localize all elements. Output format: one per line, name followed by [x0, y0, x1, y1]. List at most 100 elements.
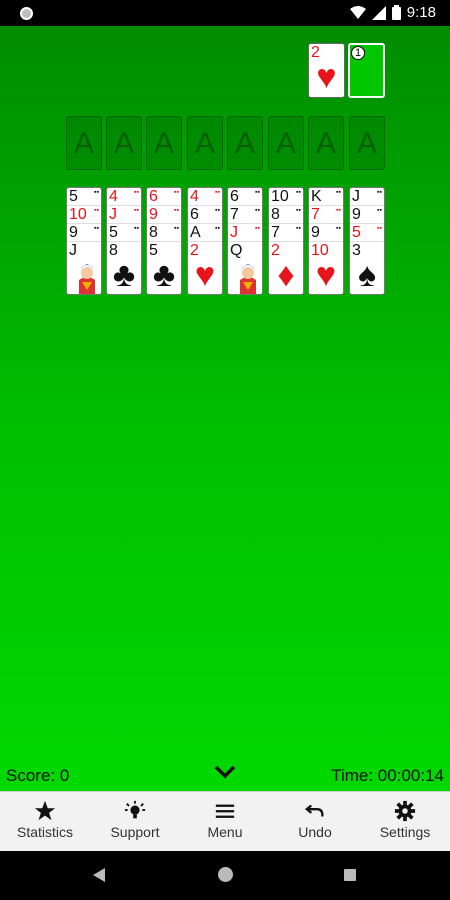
wifi-icon [349, 5, 366, 19]
foundation-slot[interactable]: A [349, 116, 385, 170]
mini-index-mark: ▪▪ [296, 207, 301, 214]
top-card[interactable]: 5 ♣ [147, 242, 181, 294]
tableau-column[interactable]: 6 ▪▪ 7 ▪▪ J ▪▪ Q [227, 187, 263, 295]
stacked-card[interactable]: 7 ▪▪ [228, 206, 262, 224]
face-card-portrait-icon [236, 260, 260, 294]
score-label: Score: 0 [6, 766, 70, 785]
menu-label: Menu [207, 824, 243, 840]
stacked-card[interactable]: 7 ▪▪ [269, 224, 303, 242]
stacked-card[interactable]: 4 ▪▪ [107, 188, 141, 206]
signal-icon [371, 5, 386, 20]
recents-icon[interactable] [344, 869, 356, 881]
foundation-slot[interactable]: A [227, 116, 263, 170]
mini-index-mark: ▪▪ [377, 207, 382, 214]
mini-index-mark: ▪▪ [377, 225, 382, 232]
card-rank: 10 [271, 188, 289, 205]
suit-pip: ♣ [152, 256, 176, 294]
card-rank: 9 [69, 224, 78, 241]
home-icon[interactable] [218, 867, 233, 882]
mini-index-mark: ▪▪ [134, 189, 139, 196]
card-rank: Q [230, 242, 243, 259]
stacked-card[interactable]: J ▪▪ [228, 224, 262, 242]
stacked-card[interactable]: 9 ▪▪ [147, 206, 181, 224]
top-card[interactable]: 2 ♥ [188, 242, 222, 294]
tableau-column[interactable]: J ▪▪ 9 ▪▪ 5 ▪▪ 3 ♠ [349, 187, 385, 295]
card-rank: 7 [230, 206, 239, 223]
foundation-slot[interactable]: A [66, 116, 102, 170]
back-icon[interactable] [93, 868, 105, 882]
tableau-column[interactable]: K ▪▪ 7 ▪▪ 9 ▪▪ 10 ♥ [308, 187, 344, 295]
settings-button[interactable]: Settings [360, 792, 450, 852]
foundation-slot[interactable]: A [146, 116, 182, 170]
stacked-card[interactable]: 8 ▪▪ [269, 206, 303, 224]
tableau-column[interactable]: 6 ▪▪ 9 ▪▪ 8 ▪▪ 5 ♣ [146, 187, 182, 295]
top-card[interactable]: 3 ♠ [350, 242, 384, 294]
system-navigation-bar [0, 851, 450, 900]
card-rank: K [311, 188, 322, 205]
support-button[interactable]: Support [90, 792, 180, 852]
tableau-column[interactable]: 4 ▪▪ 6 ▪▪ A ▪▪ 2 ♥ [187, 187, 223, 295]
stacked-card[interactable]: 4 ▪▪ [188, 188, 222, 206]
stacked-card[interactable]: 8 ▪▪ [147, 224, 181, 242]
mini-index-mark: ▪▪ [255, 225, 260, 232]
top-card[interactable]: Q [228, 242, 262, 294]
waste-card[interactable]: 2 ♥ [308, 43, 345, 98]
suit-pip: ♣ [112, 256, 136, 294]
card-rank: A [190, 224, 201, 241]
mini-index-mark: ▪▪ [255, 207, 260, 214]
top-card[interactable]: 10 ♥ [309, 242, 343, 294]
foundation-slot[interactable]: A [308, 116, 344, 170]
status-bar: 9:18 [0, 0, 450, 26]
foundation-slot[interactable]: A [268, 116, 304, 170]
undo-icon [304, 804, 324, 817]
stacked-card[interactable]: K ▪▪ [309, 188, 343, 206]
card-rank: J [109, 206, 117, 223]
suit-pip: ♥ [194, 256, 216, 294]
stacked-card[interactable]: J ▪▪ [107, 206, 141, 224]
battery-icon [391, 5, 401, 20]
stacked-card[interactable]: 5 ▪▪ [67, 188, 101, 206]
card-rank: 9 [352, 206, 361, 223]
stacked-card[interactable]: 5 ▪▪ [107, 224, 141, 242]
top-card[interactable]: J [67, 242, 101, 294]
game-table[interactable]: 2 ♥ 1 A A A A A A A A 5 ▪▪ 10 ▪▪ 9 ▪▪ J 4 ▪▪ J ▪▪ 5… [0, 26, 450, 791]
foundation-slot[interactable]: A [187, 116, 223, 170]
undo-button[interactable]: Undo [270, 792, 360, 852]
stock-count: 1 [351, 46, 365, 60]
top-card[interactable]: 8 ♣ [107, 242, 141, 294]
statistics-button[interactable]: Statistics [0, 792, 90, 852]
stacked-card[interactable]: 10 ▪▪ [269, 188, 303, 206]
suit-pip: ♠ [357, 256, 377, 294]
card-rank: 5 [352, 224, 361, 241]
menu-button[interactable]: Menu [180, 792, 270, 852]
undo-label: Undo [298, 824, 332, 840]
stacked-card[interactable]: 9 ▪▪ [350, 206, 384, 224]
stacked-card[interactable]: 7 ▪▪ [309, 206, 343, 224]
tableau-column[interactable]: 5 ▪▪ 10 ▪▪ 9 ▪▪ J [66, 187, 102, 295]
stacked-card[interactable]: 9 ▪▪ [67, 224, 101, 242]
mini-index-mark: ▪▪ [336, 225, 341, 232]
top-card[interactable]: 2 ♦ [269, 242, 303, 294]
stock-pile[interactable]: 1 [348, 43, 385, 98]
card-rank: 4 [109, 188, 118, 205]
stacked-card[interactable]: 9 ▪▪ [309, 224, 343, 242]
foundation-slot[interactable]: A [106, 116, 142, 170]
mini-index-mark: ▪▪ [174, 207, 179, 214]
tableau-column[interactable]: 10 ▪▪ 8 ▪▪ 7 ▪▪ 2 ♦ [268, 187, 304, 295]
stacked-card[interactable]: 10 ▪▪ [67, 206, 101, 224]
lightbulb-icon [124, 800, 146, 819]
card-rank: 7 [271, 224, 280, 241]
mini-index-mark: ▪▪ [215, 189, 220, 196]
stacked-card[interactable]: 6 ▪▪ [228, 188, 262, 206]
card-rank: 9 [311, 224, 320, 241]
stacked-card[interactable]: J ▪▪ [350, 188, 384, 206]
support-label: Support [110, 824, 160, 840]
chevron-down-icon[interactable] [213, 762, 237, 782]
star-icon [34, 800, 56, 821]
mini-index-mark: ▪▪ [94, 189, 99, 196]
stacked-card[interactable]: 6 ▪▪ [188, 206, 222, 224]
stacked-card[interactable]: A ▪▪ [188, 224, 222, 242]
stacked-card[interactable]: 6 ▪▪ [147, 188, 181, 206]
tableau-column[interactable]: 4 ▪▪ J ▪▪ 5 ▪▪ 8 ♣ [106, 187, 142, 295]
stacked-card[interactable]: 5 ▪▪ [350, 224, 384, 242]
